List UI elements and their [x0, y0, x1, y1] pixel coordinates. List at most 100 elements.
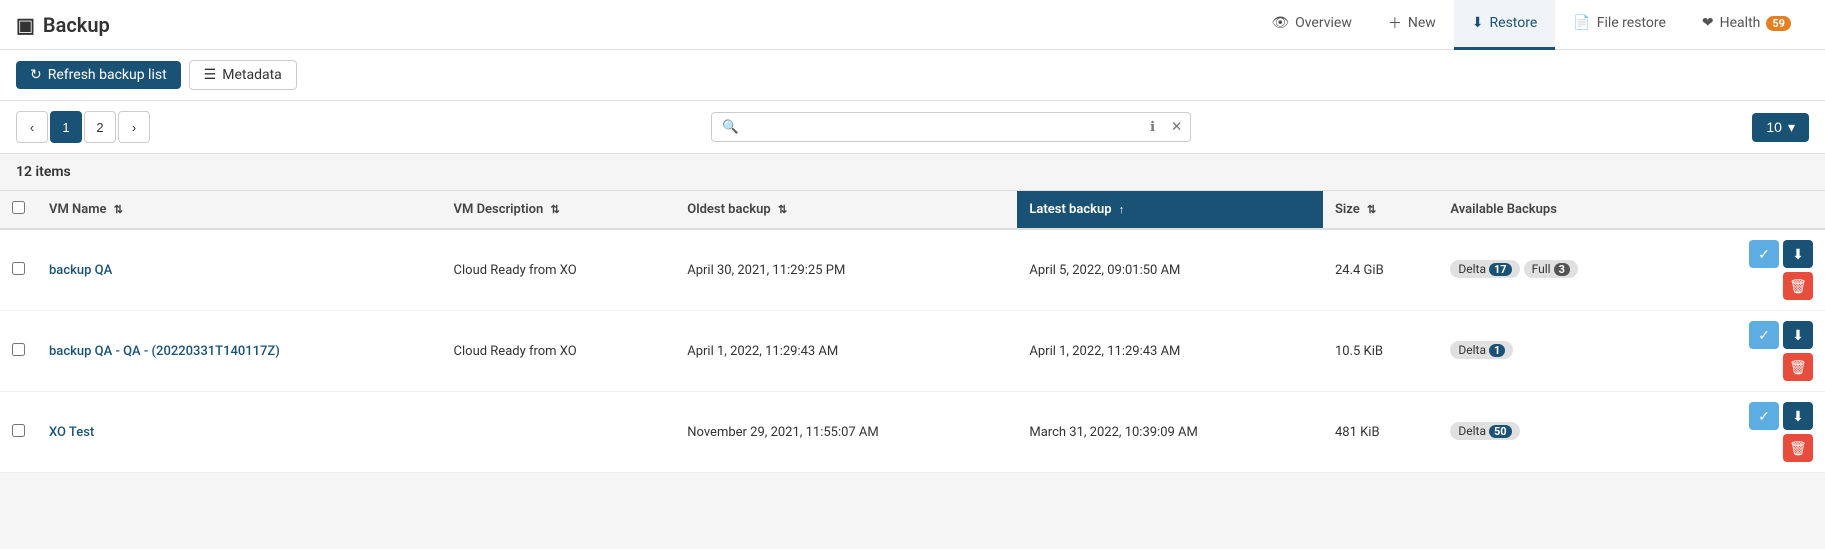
page-prev-button[interactable]: ‹: [16, 111, 48, 143]
tab-file-restore[interactable]: 📄 File restore: [1555, 0, 1684, 50]
td-size: 481 KiB: [1323, 392, 1438, 473]
th-size[interactable]: Size ⇅: [1323, 191, 1438, 229]
select-all-checkbox[interactable]: [12, 201, 25, 214]
vm-description-sort-icon: ⇅: [550, 203, 559, 216]
td-available-backups: Delta 1: [1438, 311, 1685, 392]
download-button[interactable]: ⬇: [1783, 240, 1813, 268]
th-select-all[interactable]: [0, 191, 37, 229]
action-row: ✓ ⬇: [1697, 321, 1813, 349]
health-icon: ❤: [1702, 15, 1714, 31]
download-button[interactable]: ⬇: [1783, 321, 1813, 349]
tag-badge: 50: [1489, 425, 1512, 438]
th-available-backups: Available Backups: [1438, 191, 1685, 229]
tab-health[interactable]: ❤ Health 59: [1684, 0, 1809, 50]
th-oldest-backup[interactable]: Oldest backup ⇅: [675, 191, 1017, 229]
page-next-button[interactable]: ›: [118, 111, 150, 143]
td-actions: ✓ ⬇ 🗑: [1685, 392, 1825, 473]
td-actions: ✓ ⬇ 🗑: [1685, 229, 1825, 311]
row-checkbox-cell: [0, 311, 37, 392]
tab-new[interactable]: ＋ New: [1370, 0, 1454, 50]
delete-button[interactable]: 🗑: [1783, 434, 1813, 462]
health-badge: 59: [1766, 16, 1791, 31]
td-size: 24.4 GiB: [1323, 229, 1438, 311]
td-oldest-backup: November 29, 2021, 11:55:07 AM: [675, 392, 1017, 473]
pagination: ‹ 1 2 ›: [16, 111, 150, 143]
td-vm-name: backup QA - QA - (20220331T140117Z): [37, 311, 442, 392]
backup-tag: Delta 1: [1450, 341, 1513, 359]
toolbar: ↻ Refresh backup list ☰ Metadata: [0, 50, 1825, 101]
backup-tag: Delta 50: [1450, 422, 1519, 440]
tag-badge: 1: [1489, 344, 1505, 357]
oldest-backup-sort-icon: ⇅: [778, 203, 787, 216]
per-page-chevron-icon: ▾: [1788, 119, 1795, 136]
action-row-2: 🗑: [1697, 353, 1813, 381]
search-icon-button[interactable]: 🔍: [712, 113, 749, 141]
backup-tag: Delta 17: [1450, 260, 1519, 278]
th-vm-description[interactable]: VM Description ⇅: [442, 191, 676, 229]
search-clear-button[interactable]: ✕: [1163, 113, 1190, 141]
overview-icon: 👁: [1271, 15, 1289, 31]
row-checkbox-cell: [0, 229, 37, 311]
per-page-button[interactable]: 10 ▾: [1752, 113, 1809, 142]
td-vm-name: backup QA: [37, 229, 442, 311]
search-box: 🔍 ℹ ✕: [711, 112, 1191, 142]
td-vm-description: Cloud Ready from XO: [442, 311, 676, 392]
td-latest-backup: April 5, 2022, 09:01:50 AM: [1017, 229, 1323, 311]
header: ▣ Backup 👁 Overview ＋ New ⬇ Restore 📄 Fi…: [0, 0, 1825, 50]
file-restore-icon: 📄: [1573, 15, 1590, 31]
restore-icon: ⬇: [1472, 15, 1484, 31]
page-title-text: Backup: [43, 13, 110, 37]
td-actions: ✓ ⬇ 🗑: [1685, 311, 1825, 392]
items-count: 12 items: [0, 154, 1825, 191]
tag-badge: 3: [1554, 263, 1570, 276]
td-available-backups: Delta 17 Full 3: [1438, 229, 1685, 311]
page-title: ▣ Backup: [16, 13, 1253, 37]
th-latest-backup[interactable]: Latest backup ↑: [1017, 191, 1323, 229]
delete-button[interactable]: 🗑: [1783, 353, 1813, 381]
page-1-button[interactable]: 1: [50, 111, 82, 143]
td-size: 10.5 KiB: [1323, 311, 1438, 392]
row-checkbox[interactable]: [12, 424, 25, 437]
action-row: ✓ ⬇: [1697, 240, 1813, 268]
td-oldest-backup: April 1, 2022, 11:29:43 AM: [675, 311, 1017, 392]
refresh-backup-list-button[interactable]: ↻ Refresh backup list: [16, 61, 181, 89]
td-vm-name: XO Test: [37, 392, 442, 473]
controls-bar: ‹ 1 2 › 🔍 ℹ ✕ 10 ▾: [0, 101, 1825, 154]
action-row-2: 🗑: [1697, 272, 1813, 300]
td-latest-backup: April 1, 2022, 11:29:43 AM: [1017, 311, 1323, 392]
check-button[interactable]: ✓: [1749, 321, 1779, 349]
td-latest-backup: March 31, 2022, 10:39:09 AM: [1017, 392, 1323, 473]
search-area: 🔍 ℹ ✕: [162, 112, 1740, 142]
backup-tag: Full 3: [1524, 260, 1578, 278]
latest-backup-sort-icon: ↑: [1119, 203, 1125, 216]
delete-button[interactable]: 🗑: [1783, 272, 1813, 300]
row-checkbox[interactable]: [12, 343, 25, 356]
download-button[interactable]: ⬇: [1783, 402, 1813, 430]
new-icon: ＋: [1388, 13, 1402, 33]
td-available-backups: Delta 50: [1438, 392, 1685, 473]
check-button[interactable]: ✓: [1749, 402, 1779, 430]
tab-overview[interactable]: 👁 Overview: [1253, 0, 1370, 50]
nav-tabs: 👁 Overview ＋ New ⬇ Restore 📄 File restor…: [1253, 0, 1809, 49]
table-body: backup QACloud Ready from XOApril 30, 20…: [0, 229, 1825, 473]
table-row: backup QACloud Ready from XOApril 30, 20…: [0, 229, 1825, 311]
action-row-2: 🗑: [1697, 434, 1813, 462]
backup-icon: ▣: [16, 13, 35, 37]
search-info-button[interactable]: ℹ: [1142, 113, 1163, 141]
table-container: 12 items VM Name ⇅ VM Description ⇅ Olde…: [0, 154, 1825, 473]
tag-badge: 17: [1489, 263, 1512, 276]
page-2-button[interactable]: 2: [84, 111, 116, 143]
table-row: XO Test November 29, 2021, 11:55:07 AMMar…: [0, 392, 1825, 473]
metadata-icon: ☰: [204, 67, 217, 83]
metadata-button[interactable]: ☰ Metadata: [189, 60, 297, 90]
th-actions: [1685, 191, 1825, 229]
action-row: ✓ ⬇: [1697, 402, 1813, 430]
th-vm-name[interactable]: VM Name ⇅: [37, 191, 442, 229]
table-header-row: VM Name ⇅ VM Description ⇅ Oldest backup…: [0, 191, 1825, 229]
tab-restore[interactable]: ⬇ Restore: [1454, 0, 1555, 50]
check-button[interactable]: ✓: [1749, 240, 1779, 268]
td-vm-description: Cloud Ready from XO: [442, 229, 676, 311]
row-checkbox[interactable]: [12, 262, 25, 275]
td-vm-description: [442, 392, 676, 473]
search-input[interactable]: [749, 113, 1142, 141]
